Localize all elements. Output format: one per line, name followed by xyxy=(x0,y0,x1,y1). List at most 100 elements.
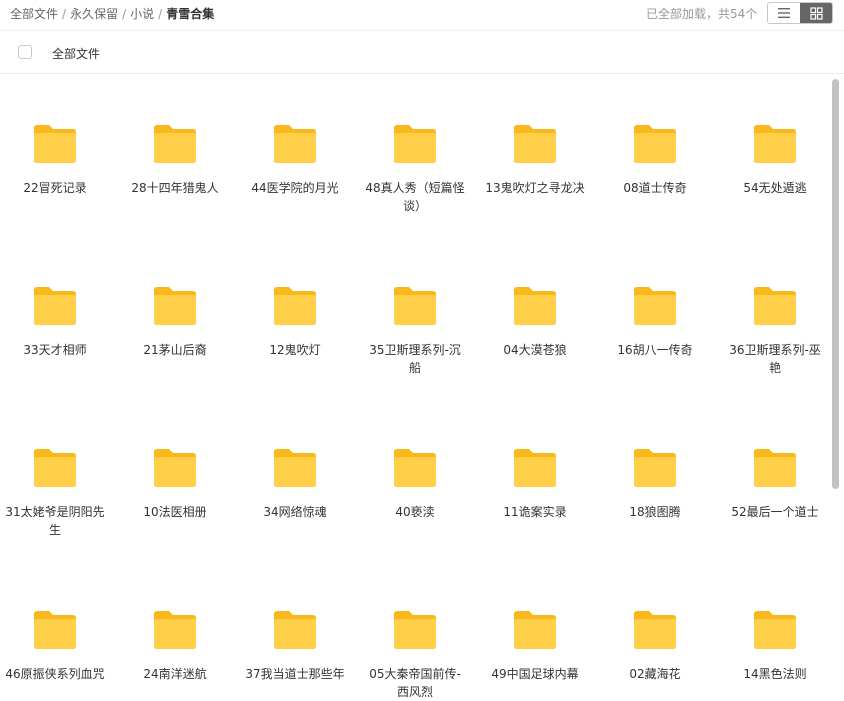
folder-name: 13鬼吹灯之寻龙决 xyxy=(485,181,585,195)
list-header-label: 全部文件 xyxy=(52,47,101,61)
folder-item[interactable]: 46原振侠系列血咒 xyxy=(0,608,110,683)
folder-icon xyxy=(154,611,196,649)
folder-name: 18狼图腾 xyxy=(629,505,681,519)
folder-item[interactable]: 16胡八一传奇 xyxy=(600,284,710,359)
folder-name: 14黑色法则 xyxy=(743,667,807,681)
folder-icon xyxy=(34,611,76,649)
scrollbar-thumb[interactable] xyxy=(832,79,839,489)
folder-icon xyxy=(274,449,316,487)
folder-item[interactable]: 33天才相师 xyxy=(0,284,110,359)
folder-item[interactable]: 40亵渎 xyxy=(360,446,470,521)
breadcrumb-current: 青雪合集 xyxy=(166,7,215,21)
folder-icon xyxy=(274,611,316,649)
breadcrumb-item[interactable]: 永久保留 xyxy=(70,7,118,21)
folder-icon xyxy=(634,449,676,487)
grid-view-button[interactable] xyxy=(800,3,832,23)
folder-item[interactable]: 28十四年猎鬼人 xyxy=(120,122,230,197)
folder-name: 34网络惊魂 xyxy=(263,505,327,519)
folder-name: 02藏海花 xyxy=(629,667,681,681)
folder-item[interactable]: 13鬼吹灯之寻龙决 xyxy=(480,122,590,197)
folder-name: 44医学院的月光 xyxy=(251,181,339,195)
folder-item[interactable]: 08道士传奇 xyxy=(600,122,710,197)
folder-icon xyxy=(514,611,556,649)
folder-name: 24南洋迷航 xyxy=(143,667,207,681)
folder-icon xyxy=(754,611,796,649)
top-bar: 全部文件 / 永久保留 / 小说 / 青雪合集 已全部加载，共54个 xyxy=(0,0,844,31)
folder-icon xyxy=(394,449,436,487)
folder-name: 08道士传奇 xyxy=(623,181,687,195)
folder-icon xyxy=(34,125,76,163)
folder-item[interactable]: 34网络惊魂 xyxy=(240,446,350,521)
folder-name: 49中国足球内幕 xyxy=(491,667,579,681)
list-view-button[interactable] xyxy=(768,3,800,23)
folder-name: 40亵渎 xyxy=(395,505,435,519)
folder-name: 12鬼吹灯 xyxy=(269,343,321,357)
folder-name: 22冒死记录 xyxy=(23,181,87,195)
folder-name: 37我当道士那些年 xyxy=(245,667,345,681)
folder-item[interactable]: 48真人秀（短篇怪谈） xyxy=(360,122,470,215)
folder-name: 28十四年猎鬼人 xyxy=(131,181,219,195)
folder-icon xyxy=(154,287,196,325)
folder-icon xyxy=(514,287,556,325)
folder-icon xyxy=(154,449,196,487)
folder-icon xyxy=(34,287,76,325)
load-status: 已全部加载，共54个 xyxy=(646,7,758,21)
breadcrumb-item[interactable]: 小说 xyxy=(130,7,154,21)
folder-item[interactable]: 49中国足球内幕 xyxy=(480,608,590,683)
folder-name: 21茅山后裔 xyxy=(143,343,207,357)
folder-icon xyxy=(634,125,676,163)
folder-name: 16胡八一传奇 xyxy=(617,343,693,357)
folder-icon xyxy=(754,449,796,487)
folder-icon xyxy=(394,125,436,163)
folder-name: 54无处遁逃 xyxy=(743,181,807,195)
folder-name: 35卫斯理系列-沉船 xyxy=(369,343,461,375)
folder-item[interactable]: 36卫斯理系列-巫艳 xyxy=(720,284,826,377)
folder-item[interactable]: 11诡案实录 xyxy=(480,446,590,521)
folder-name: 48真人秀（短篇怪谈） xyxy=(365,181,465,213)
folder-icon xyxy=(154,125,196,163)
folder-icon xyxy=(394,611,436,649)
folder-item[interactable]: 35卫斯理系列-沉船 xyxy=(360,284,470,377)
folder-item[interactable]: 12鬼吹灯 xyxy=(240,284,350,359)
folder-item[interactable]: 54无处遁逃 xyxy=(720,122,826,197)
folder-item[interactable]: 37我当道士那些年 xyxy=(240,608,350,683)
folder-icon xyxy=(754,125,796,163)
breadcrumb-separator: / xyxy=(158,7,163,21)
folder-name: 05大秦帝国前传-西风烈 xyxy=(369,667,461,699)
folder-icon xyxy=(394,287,436,325)
file-grid: 22冒死记录 28十四年猎鬼人 44医学院的月光 48真人秀（短篇怪谈） 13鬼吹灯之寻… xyxy=(0,74,826,701)
folder-item[interactable]: 18狼图腾 xyxy=(600,446,710,521)
select-all-checkbox[interactable] xyxy=(18,45,32,59)
folder-icon xyxy=(754,287,796,325)
folder-item[interactable]: 22冒死记录 xyxy=(0,122,110,197)
folder-item[interactable]: 52最后一个道士 xyxy=(720,446,826,521)
folder-item[interactable]: 05大秦帝国前传-西风烈 xyxy=(360,608,470,701)
folder-icon xyxy=(274,287,316,325)
folder-icon xyxy=(514,125,556,163)
folder-item[interactable]: 14黑色法则 xyxy=(720,608,826,683)
folder-icon xyxy=(274,125,316,163)
list-icon xyxy=(778,8,790,18)
breadcrumb: 全部文件 / 永久保留 / 小说 / 青雪合集 xyxy=(10,5,214,22)
folder-item[interactable]: 04大漠苍狼 xyxy=(480,284,590,359)
breadcrumb-separator: / xyxy=(122,7,127,21)
folder-name: 11诡案实录 xyxy=(503,505,567,519)
folder-name: 46原振侠系列血咒 xyxy=(5,667,105,681)
folder-icon xyxy=(34,449,76,487)
folder-item[interactable]: 10法医相册 xyxy=(120,446,230,521)
folder-icon xyxy=(634,287,676,325)
view-toggle xyxy=(767,2,833,24)
list-header: 全部文件 xyxy=(0,31,844,74)
folder-icon xyxy=(634,611,676,649)
folder-item[interactable]: 44医学院的月光 xyxy=(240,122,350,197)
folder-item[interactable]: 31太姥爷是阴阳先生 xyxy=(0,446,110,539)
folder-name: 04大漠苍狼 xyxy=(503,343,567,357)
folder-name: 31太姥爷是阴阳先生 xyxy=(5,505,105,537)
breadcrumb-item[interactable]: 全部文件 xyxy=(10,7,58,21)
folder-item[interactable]: 24南洋迷航 xyxy=(120,608,230,683)
folder-name: 10法医相册 xyxy=(143,505,207,519)
breadcrumb-separator: / xyxy=(62,7,67,21)
folder-item[interactable]: 21茅山后裔 xyxy=(120,284,230,359)
grid-icon xyxy=(809,6,823,20)
folder-item[interactable]: 02藏海花 xyxy=(600,608,710,683)
